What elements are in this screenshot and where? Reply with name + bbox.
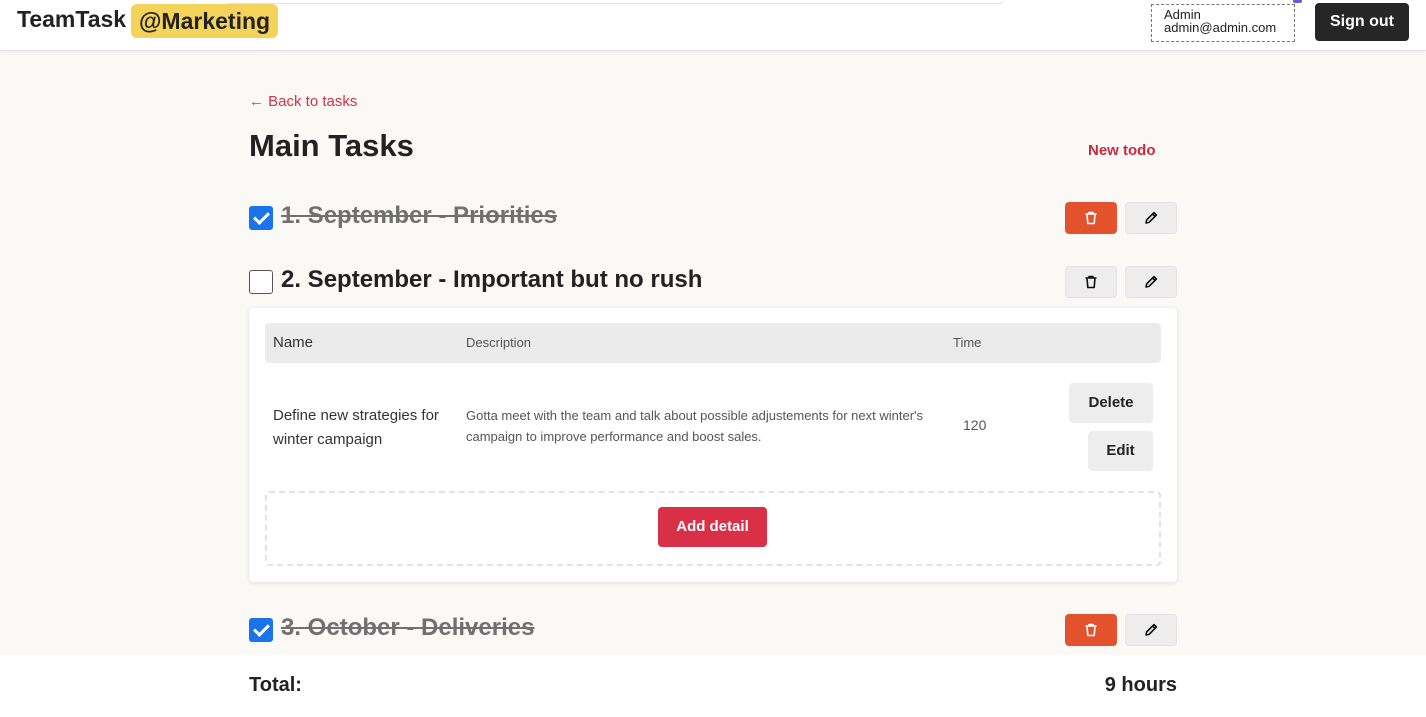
pencil-icon (1145, 211, 1158, 224)
task-row: 3. October - Deliveries (249, 614, 1177, 646)
trash-icon (1085, 275, 1097, 289)
total-label: Total: (249, 674, 302, 696)
delete-task-button[interactable] (1065, 202, 1117, 234)
task-details-card: Name Description Time Define new strateg… (249, 308, 1177, 582)
detail-name: Define new strategies for winter campaig… (273, 407, 439, 448)
new-todo-link[interactable]: New todo (1088, 142, 1156, 159)
detail-time: 120 (963, 417, 987, 433)
task-title: 1. September - Priorities (281, 202, 558, 229)
task-title: 3. October - Deliveries (281, 614, 535, 641)
user-info: Admin admin@admin.com (1151, 4, 1295, 42)
task-title: 2. September - Important but no rush (281, 266, 703, 293)
total-value: 9 hours (1104, 674, 1177, 696)
total-footer: Total: 9 hours (0, 655, 1426, 717)
column-header-time: Time (953, 335, 982, 350)
delete-task-button[interactable] (1065, 614, 1117, 646)
column-header-description: Description (466, 335, 532, 350)
team-badge: @Marketing (131, 4, 279, 38)
delete-task-button[interactable] (1065, 266, 1117, 298)
trash-icon (1085, 211, 1097, 225)
page-title: Main Tasks (249, 128, 414, 163)
trash-icon (1085, 623, 1097, 637)
task-checkbox[interactable] (249, 618, 273, 642)
task-checkbox[interactable] (249, 270, 273, 294)
top-bar: TeamTask @Marketing Admin admin@admin.co… (0, 0, 1426, 51)
edit-task-button[interactable] (1125, 266, 1177, 298)
table-header: Name Description Time (265, 323, 1161, 363)
scroll-marker (1293, 0, 1302, 3)
user-email: admin@admin.com (1164, 20, 1277, 35)
task-row: 2. September - Important but no rush (249, 266, 1177, 298)
edit-task-button[interactable] (1125, 202, 1177, 234)
edit-task-button[interactable] (1125, 614, 1177, 646)
pencil-icon (1145, 623, 1158, 636)
task-row: 1. September - Priorities (249, 202, 1177, 234)
browser-strip (225, 0, 1005, 4)
detail-description: Gotta meet with the team and talk about … (466, 408, 923, 444)
column-header-name: Name (273, 334, 314, 351)
add-detail-button[interactable]: Add detail (658, 507, 767, 547)
edit-detail-button[interactable]: Edit (1088, 431, 1153, 471)
task-checkbox[interactable] (249, 206, 273, 230)
delete-detail-button[interactable]: Delete (1069, 383, 1153, 423)
app-brand[interactable]: TeamTask (17, 6, 126, 33)
pencil-icon (1145, 275, 1158, 288)
sign-out-button[interactable]: Sign out (1315, 3, 1409, 41)
back-to-tasks-link[interactable]: ← Back to tasks (249, 93, 357, 110)
